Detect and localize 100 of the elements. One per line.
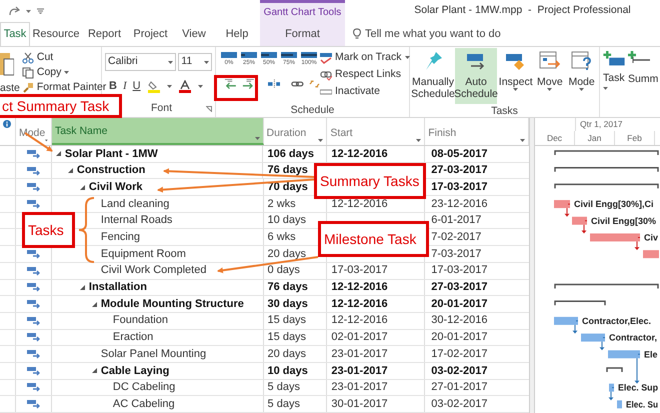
tab[interactable]: Report <box>82 22 127 46</box>
date-cell-text: 27-01-2017 <box>430 380 488 396</box>
caret-icon[interactable] <box>198 84 203 88</box>
collapse-icon[interactable] <box>92 368 97 374</box>
redo-icon[interactable] <box>8 6 20 16</box>
caret-icon[interactable] <box>404 56 410 59</box>
ribbon-button[interactable]: Summ <box>628 50 658 90</box>
ribbon-command[interactable]: Inactivate <box>335 84 380 100</box>
collapse-icon[interactable] <box>56 151 61 156</box>
outdent-icon[interactable] <box>224 78 237 90</box>
copy-button[interactable]: Copy <box>36 64 62 80</box>
task-name: Cable Laying <box>100 364 170 379</box>
column-header[interactable]: Start <box>327 118 426 145</box>
caret-icon[interactable] <box>547 88 552 91</box>
ribbon-button[interactable]: Inspect <box>498 48 534 104</box>
ribbon-button[interactable]: Task <box>603 50 625 90</box>
date-cell-text: 03-02-2017 <box>430 396 488 412</box>
format-painter-button[interactable]: Format Painter <box>36 80 106 96</box>
unlink-icon[interactable] <box>309 78 320 90</box>
column-header[interactable]: Task Name <box>52 118 264 145</box>
caret-icon[interactable] <box>204 60 209 64</box>
task-name: Equipment Room <box>100 246 186 262</box>
clipboard-icon[interactable] <box>0 51 14 77</box>
caret-icon[interactable] <box>318 139 324 142</box>
duration-cell: 10 days <box>264 362 328 379</box>
collapse-icon[interactable] <box>80 284 85 290</box>
date-cell-text: 20-01-2017 <box>430 296 488 312</box>
link-arrow <box>572 320 578 334</box>
caret-icon[interactable] <box>254 137 260 140</box>
ribbon-command[interactable]: Mark on Track <box>335 50 402 66</box>
date-cell-text: 17-03-2017 <box>430 263 488 278</box>
tab[interactable]: Help <box>214 22 260 46</box>
underline-button[interactable]: U <box>132 78 141 94</box>
add-task-icon <box>603 50 625 68</box>
caret-icon[interactable] <box>166 84 172 88</box>
highlight-icon[interactable] <box>146 80 161 92</box>
paintbrush-icon <box>22 82 34 94</box>
caret-icon[interactable] <box>416 139 422 142</box>
caret-icon[interactable] <box>520 139 525 142</box>
bar-label: Contractor,Elec. <box>582 316 652 326</box>
bar-label: Civil Engg[30%],Ci <box>574 199 654 210</box>
column-header[interactable]: Finish <box>425 118 529 145</box>
task-mode-icon <box>26 266 40 276</box>
tab[interactable]: Format <box>260 22 345 46</box>
task-name: Solar Plant - 1MW <box>64 146 158 162</box>
task-bar-icon <box>281 51 297 59</box>
font-color-icon[interactable] <box>178 80 192 92</box>
duration-cell: 5 days <box>264 380 328 396</box>
link-arrow <box>634 354 640 384</box>
caret-icon[interactable] <box>168 60 174 64</box>
tab[interactable]: Task <box>0 22 30 46</box>
split-task-icon[interactable] <box>268 78 280 90</box>
font-name-field[interactable]: Calibri <box>105 53 176 71</box>
indent-icon[interactable] <box>242 78 255 90</box>
bold-button[interactable]: B <box>109 78 117 94</box>
task-name: Fencing <box>100 230 140 246</box>
task-bar-icon <box>301 51 317 59</box>
collapse-icon[interactable] <box>80 184 85 190</box>
date-cell: 02-01-2017 <box>327 330 426 346</box>
links-icon <box>320 68 332 80</box>
task-mode-icon <box>26 332 40 342</box>
duration-cell: 30 days <box>264 296 328 312</box>
caret-icon[interactable] <box>26 10 31 12</box>
annotation-label: Tasks <box>22 212 75 248</box>
tell-me-field[interactable]: Tell me what you want to do <box>365 26 545 42</box>
task-name: Construction <box>76 163 146 178</box>
tab[interactable]: Resource <box>30 22 82 46</box>
date-cell-text: 6-01-2017 <box>430 213 482 228</box>
tab[interactable]: Project <box>127 22 174 46</box>
ribbon-button[interactable]: Manually Schedule <box>412 48 454 104</box>
date-cell: 23-01-2017 <box>327 346 426 362</box>
info-icon <box>3 120 12 128</box>
task-mode-icon <box>26 198 40 209</box>
task-bar-icon <box>241 51 257 59</box>
customize-icon[interactable] <box>37 8 44 14</box>
dialog-launcher-icon[interactable] <box>206 106 212 112</box>
italic-button[interactable]: I <box>122 78 127 94</box>
caret-icon[interactable] <box>603 87 608 90</box>
duration-cell: 76 days <box>264 280 328 296</box>
task-mode-icon <box>26 399 40 410</box>
ribbon-button[interactable]: Auto Schedule <box>455 48 497 104</box>
column-header[interactable]: Duration <box>264 118 328 145</box>
task-mode-icon <box>26 166 40 176</box>
font-size-field[interactable]: 11 <box>178 53 212 71</box>
duration-cell: 0 days <box>264 262 328 278</box>
ribbon-button[interactable]: Mode <box>566 48 597 104</box>
collapse-icon[interactable] <box>92 302 97 307</box>
date-cell-text: 27-03-2017 <box>430 280 488 296</box>
caret-icon[interactable] <box>45 139 48 142</box>
task-mode-icon <box>26 248 40 259</box>
cut-button[interactable]: Cut <box>36 50 54 66</box>
tab[interactable]: View <box>174 22 214 46</box>
ribbon-command[interactable]: Respect Links <box>335 66 401 82</box>
ribbon-button[interactable]: Move <box>534 48 566 104</box>
caret-icon[interactable] <box>513 88 518 91</box>
collapse-icon[interactable] <box>68 168 73 174</box>
caret-icon[interactable] <box>64 71 70 74</box>
paste-button[interactable]: aste <box>0 81 20 97</box>
caret-icon[interactable] <box>579 88 584 91</box>
group-label: Font <box>150 101 172 116</box>
